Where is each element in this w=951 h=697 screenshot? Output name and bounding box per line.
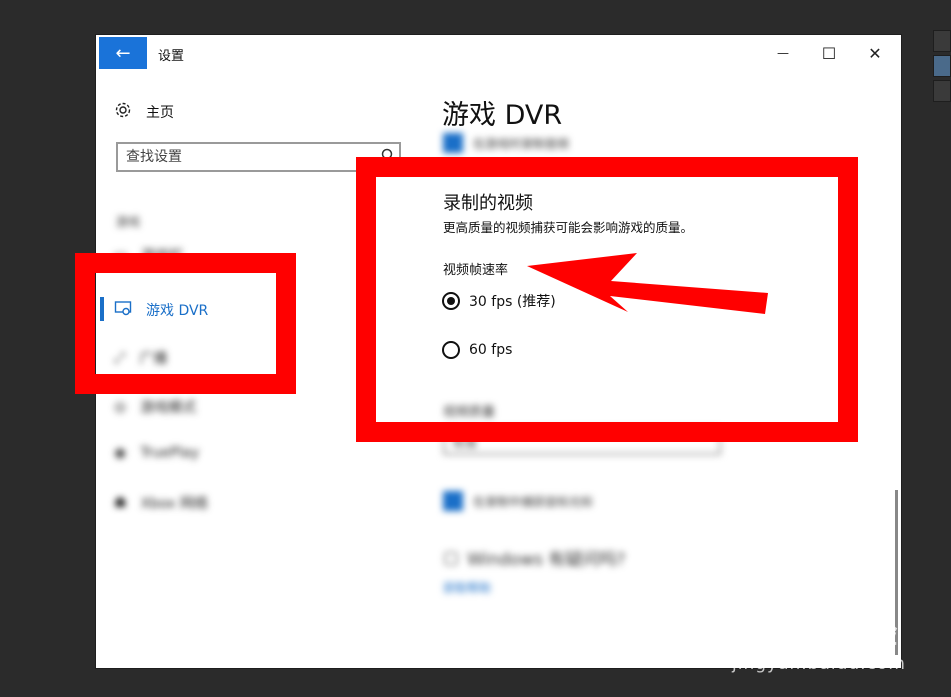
sidebar-item-game-bar[interactable]: ▭ 游戏栏 [114, 245, 183, 265]
section-title: 录制的视频 [443, 193, 533, 214]
maximize-button[interactable]: ☐ [807, 39, 851, 67]
cursor-option-row[interactable]: 在录制中捕获鼠标光标 [443, 491, 593, 511]
quality-label: 视频质量 [443, 405, 496, 420]
radio-selected-icon[interactable] [442, 292, 460, 310]
sidebar-item-label: 游戏栏 [141, 248, 184, 264]
watermark-logo: Bai du 经验 [732, 617, 898, 650]
home-nav[interactable]: 主页 [114, 101, 174, 123]
settings-window: ← 设置 — ☐ ✕ 主页 游戏 ▭ 游戏栏 游戏 DVR ⤢ 广播 ◎ 游戏模式 ◉… [96, 35, 901, 668]
quality-dropdown[interactable]: 标准 [443, 427, 721, 455]
help-heading-text: Windows 有疑问吗? [467, 550, 626, 570]
quality-value: 标准 [453, 436, 478, 450]
fps-option-30[interactable]: 30 fps (推荐) [442, 291, 556, 311]
radio-unselected-icon[interactable] [442, 341, 460, 359]
top-option-row[interactable]: 在游戏时录制音频 [443, 133, 569, 153]
game-mode-icon: ◎ [114, 399, 127, 415]
side-panel-fragment [933, 55, 951, 77]
option-label: 在录制中捕获鼠标光标 [473, 494, 594, 509]
sidebar-item-game-mode[interactable]: ◎ 游戏模式 [114, 397, 196, 417]
watermark-url: jingyan.baidu.com [732, 654, 906, 674]
close-button[interactable]: ✕ [853, 39, 897, 67]
fps-option-label: 60 fps [469, 342, 513, 358]
home-label: 主页 [146, 105, 174, 121]
side-panel-fragment [933, 80, 951, 102]
active-indicator [100, 297, 104, 321]
sidebar-item-label: 广播 [139, 351, 168, 367]
option-label: 在游戏时录制音频 [473, 136, 570, 151]
sidebar-item-label: TruePlay [140, 445, 200, 461]
game-bar-icon: ▭ [114, 247, 128, 263]
back-button[interactable]: ← [99, 37, 147, 69]
sidebar-item-trueplay[interactable]: ◉ TruePlay [114, 445, 199, 461]
section-description: 更高质量的视频捕获可能会影响游戏的质量。 [443, 220, 694, 235]
side-panel-fragment [933, 30, 951, 52]
search-box[interactable] [116, 142, 401, 172]
window-title: 设置 [158, 49, 185, 64]
sidebar-item-xbox-network[interactable]: ☗ Xbox 网络 [114, 493, 208, 513]
fps-option-60[interactable]: 60 fps [442, 341, 512, 359]
back-arrow-icon: ← [115, 42, 131, 64]
checkbox-icon [443, 133, 463, 153]
gear-icon [114, 101, 132, 123]
chat-icon: ▢ [443, 547, 460, 568]
sidebar-item-label: 游戏 DVR [146, 303, 209, 319]
fps-label: 视频帧速率 [443, 263, 509, 278]
game-dvr-icon [114, 300, 132, 320]
minimize-icon: — [777, 46, 789, 60]
search-input[interactable] [118, 144, 374, 170]
checkbox-icon [443, 491, 463, 511]
maximize-icon: ☐ [821, 43, 837, 63]
fps-option-label: 30 fps (推荐) [469, 294, 556, 310]
sidebar-item-label: Xbox 网络 [140, 496, 208, 512]
watermark: Bai du 经验 jingyan.baidu.com [732, 612, 906, 674]
broadcast-icon: ⤢ [114, 350, 126, 366]
sidebar-item-broadcast[interactable]: ⤢ 广播 [114, 348, 167, 368]
sidebar-group-label: 游戏 [116, 215, 141, 229]
xbox-icon: ☗ [114, 495, 127, 511]
help-link[interactable]: 获取帮助 [443, 579, 551, 596]
minimize-button[interactable]: — [761, 39, 805, 67]
title-bar: ← 设置 — ☐ ✕ [96, 35, 901, 71]
page-title: 游戏 DVR [442, 100, 563, 131]
search-icon [379, 148, 393, 166]
trueplay-icon: ◉ [114, 445, 127, 461]
sidebar-item-game-dvr[interactable]: 游戏 DVR [114, 300, 208, 320]
close-icon: ✕ [868, 43, 882, 63]
help-heading: ▢ Windows 有疑问吗? [443, 545, 626, 571]
sidebar-item-label: 游戏模式 [140, 400, 197, 416]
